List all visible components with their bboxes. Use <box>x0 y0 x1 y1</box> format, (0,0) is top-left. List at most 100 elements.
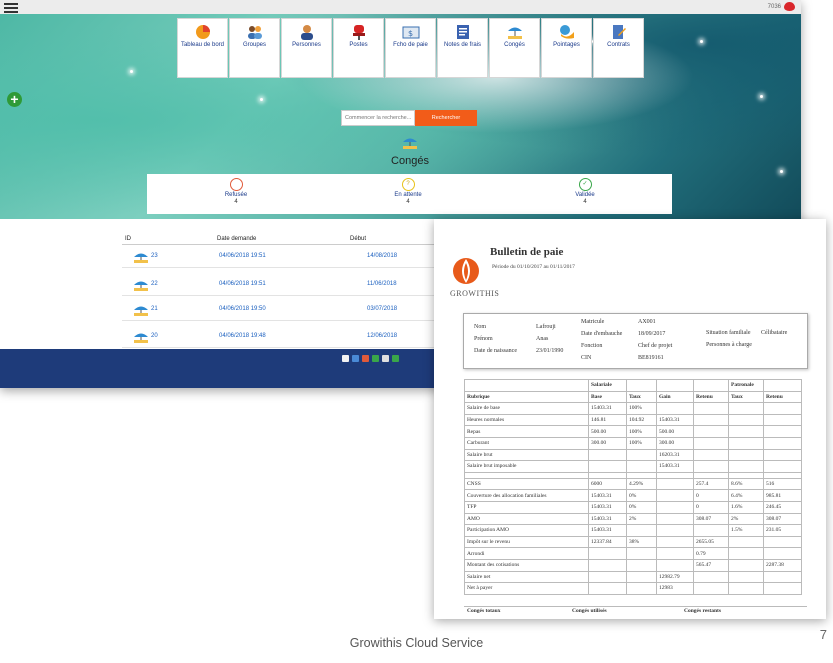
table-cell: 500.00 <box>588 425 627 438</box>
search-button[interactable]: Rechercher <box>415 110 477 126</box>
table-row: Salaire brut imposable 15403.31 <box>464 460 802 473</box>
table-cell <box>763 436 802 450</box>
column-header-id[interactable]: ID <box>125 236 131 242</box>
table-row: Repas 500.00 100% 500.00 <box>464 425 802 438</box>
home-icon[interactable] <box>342 355 349 362</box>
table-cell: 1.6% <box>728 500 764 514</box>
table-cell: Couverture des allocation familiales <box>464 489 589 502</box>
value-naissance: 23/01/1990 <box>536 348 564 354</box>
pending-icon: ? <box>401 178 415 191</box>
table-cell <box>693 460 729 473</box>
table-cell: Heures normales <box>464 413 589 427</box>
value-cin: BE819161 <box>638 355 664 361</box>
row-id: 23 <box>151 253 158 259</box>
receipt-icon <box>454 24 472 40</box>
table-cell <box>763 570 802 584</box>
table-cell <box>693 582 729 595</box>
row-date: 04/06/2018 19:48 <box>219 333 266 339</box>
status-count: 4 <box>583 199 587 205</box>
table-cell: 15403.31 <box>656 413 694 427</box>
table-cell: Salaire net <box>464 570 589 584</box>
bank-icon[interactable] <box>382 355 389 362</box>
row-debut: 03/07/2018 <box>367 306 398 312</box>
status-icon[interactable] <box>392 355 399 362</box>
table-cell <box>728 425 764 438</box>
status-label: Validée <box>575 192 595 198</box>
table-cell: 0% <box>626 489 657 502</box>
table-row: CNSS 6000 4.29% 257.4 8.6% 516 <box>464 477 802 491</box>
table-cell <box>728 460 764 473</box>
table-row: Carburant 300.00 100% 300.00 <box>464 436 802 450</box>
conges-restants: Congés restants <box>684 608 722 614</box>
table-cell: 146.81 <box>588 413 627 427</box>
table-cell: Montant des cotisations <box>464 558 589 572</box>
label-matricule: Matricule <box>581 319 605 325</box>
header-taux: Taux <box>626 390 657 404</box>
table-cell <box>728 436 764 450</box>
table-cell: 4.29% <box>626 477 657 491</box>
status-en-attente[interactable]: ? En attente 4 <box>368 178 448 205</box>
status-label: Refusée <box>224 192 248 198</box>
add-button[interactable]: + <box>7 92 22 107</box>
contract-icon <box>610 24 628 40</box>
module-personnes[interactable]: Personnes <box>281 18 332 78</box>
user-area[interactable]: 7036 <box>768 2 795 11</box>
table-cell: Repas <box>464 425 589 438</box>
table-cell <box>626 524 657 537</box>
module-postes[interactable]: Postes <box>333 18 384 78</box>
module-tableau-de-bord[interactable]: Tableau de bord <box>177 18 228 78</box>
table-cell <box>588 582 627 595</box>
group-patronale: Patronale <box>728 379 764 392</box>
people-icon[interactable] <box>372 355 379 362</box>
table-cell: 100% <box>626 402 657 415</box>
label-nom: Nom <box>474 324 486 330</box>
chair-icon <box>350 24 368 40</box>
table-cell <box>626 582 657 595</box>
status-validee[interactable]: ✓ Validée 4 <box>545 178 625 205</box>
module-notes-de-frais[interactable]: Notes de frais <box>437 18 488 78</box>
row-id: 21 <box>151 306 158 312</box>
table-cell <box>588 448 627 462</box>
table-cell <box>763 535 802 549</box>
value-fonction: Chef de projet <box>638 343 673 349</box>
table-cell <box>763 425 802 438</box>
column-header-debut[interactable]: Début <box>350 236 366 242</box>
header-retenu: Retenu <box>693 390 729 404</box>
payslip-icon: $ <box>402 24 420 40</box>
table-cell <box>693 425 729 438</box>
value-matricule: AX001 <box>638 319 656 325</box>
table-cell: 38% <box>626 535 657 549</box>
table-cell: Salaire de base <box>464 402 589 415</box>
header-rubrique: Rubrique <box>464 390 589 404</box>
table-cell <box>728 535 764 549</box>
table-cell <box>588 558 627 572</box>
calendar-icon[interactable] <box>362 355 369 362</box>
module-conges[interactable]: Congés <box>489 18 540 78</box>
table-cell: Salaire brut <box>464 448 589 462</box>
module-label: Personnes <box>292 42 321 48</box>
column-header-date[interactable]: Date demande <box>217 236 256 242</box>
table-cell: 231.05 <box>763 524 802 537</box>
payslip-table: Salariale Patronale Rubrique Base Taux G… <box>464 379 802 595</box>
section-title: Congés <box>391 155 429 167</box>
table-cell: Net à payer <box>464 582 589 595</box>
table-cell: 100% <box>626 425 657 438</box>
module-pointages[interactable]: Pointages <box>541 18 592 78</box>
slide-footer: Growithis Cloud Service <box>349 636 484 650</box>
module-fiche-de-paie[interactable]: $ Fcho de paie <box>385 18 436 78</box>
section-header: Congés <box>385 135 435 167</box>
module-label: Notes de frais <box>443 42 482 48</box>
hamburger-menu-icon[interactable] <box>4 1 18 13</box>
module-contrats[interactable]: Contrats <box>593 18 644 78</box>
beach-icon <box>134 306 148 316</box>
table-cell: 15403.31 <box>588 500 627 514</box>
table-cell: 257.4 <box>693 477 729 491</box>
label-cin: CIN <box>581 355 592 361</box>
label-charge: Personnes à charge <box>706 342 752 348</box>
search-form: Rechercher <box>341 110 477 126</box>
table-cell: 985.81 <box>763 489 802 502</box>
status-refusee[interactable]: Refusée 4 <box>196 178 276 205</box>
module-groupes[interactable]: Groupes <box>229 18 280 78</box>
search-input[interactable] <box>341 110 415 126</box>
document-icon[interactable] <box>352 355 359 362</box>
